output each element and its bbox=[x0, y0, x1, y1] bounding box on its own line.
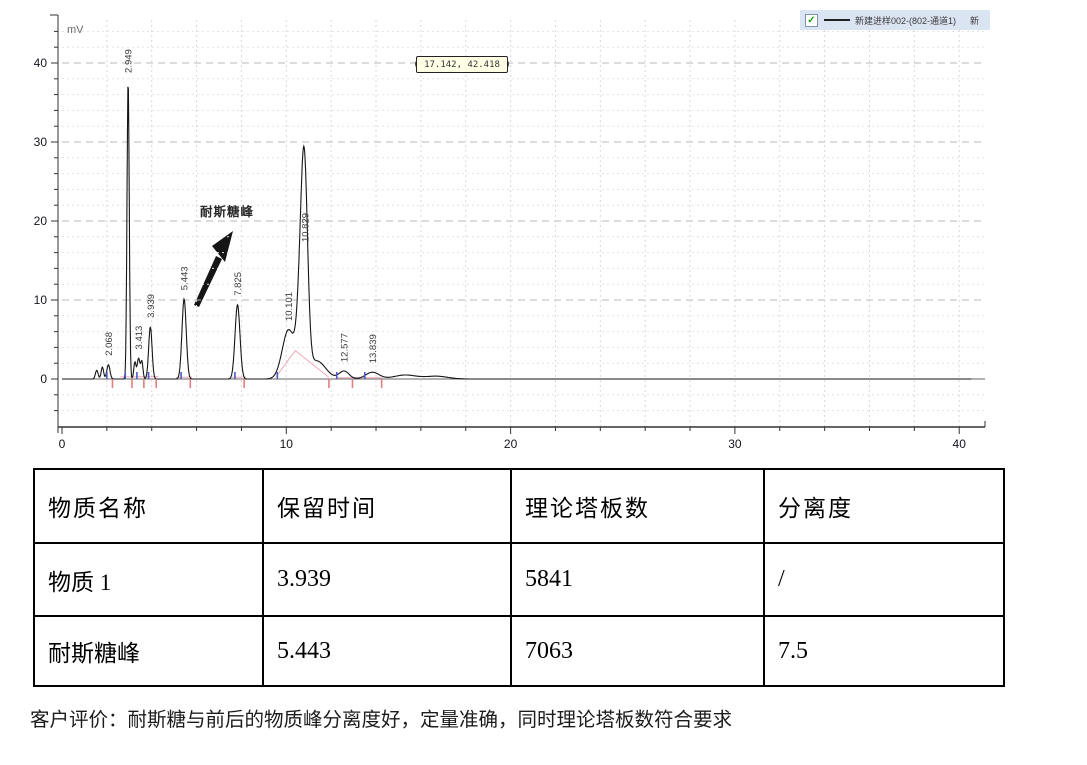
svg-text:20: 20 bbox=[34, 214, 48, 228]
svg-text:mV: mV bbox=[67, 24, 84, 36]
svg-text:3.413: 3.413 bbox=[134, 326, 145, 350]
svg-text:5.443: 5.443 bbox=[180, 266, 191, 290]
svg-text:0: 0 bbox=[59, 437, 66, 451]
svg-text:10.101: 10.101 bbox=[284, 292, 295, 321]
table-header-row: 物质名称 保留时间 理论塔板数 分离度 bbox=[34, 469, 1004, 543]
col-header-resolution: 分离度 bbox=[764, 469, 1004, 543]
svg-text:2.949: 2.949 bbox=[124, 49, 135, 73]
col-header-plates: 理论塔板数 bbox=[511, 469, 764, 543]
cell-plates: 5841 bbox=[511, 543, 764, 616]
annotation-arrow-shaft bbox=[194, 256, 222, 307]
annotation-arrow-head bbox=[212, 231, 233, 262]
check-icon: ✓ bbox=[807, 16, 815, 25]
cell-resolution: 7.5 bbox=[764, 616, 1004, 686]
cell-retention: 3.939 bbox=[263, 543, 511, 616]
svg-text:2.068: 2.068 bbox=[104, 332, 115, 356]
col-header-retention: 保留时间 bbox=[263, 469, 511, 543]
svg-text:10.829: 10.829 bbox=[300, 213, 311, 242]
cell-plates: 7063 bbox=[511, 616, 764, 686]
chart-legend: ✓ 新建进样002-(802-通道1) 新 bbox=[800, 10, 990, 30]
cell-retention: 5.443 bbox=[263, 616, 511, 686]
cell-substance: 物质 1 bbox=[34, 543, 263, 616]
svg-text:40: 40 bbox=[34, 56, 48, 70]
svg-text:13.839: 13.839 bbox=[368, 334, 379, 363]
customer-note: 客户评价：耐斯糖与前后的物质峰分离度好，定量准确，同时理论塔板数符合要求 bbox=[30, 703, 732, 732]
legend-series-label: 新建进样002-(802-通道1) bbox=[855, 14, 956, 27]
svg-text:7.825: 7.825 bbox=[233, 272, 244, 296]
svg-text:12.577: 12.577 bbox=[340, 333, 351, 362]
svg-text:30: 30 bbox=[34, 135, 48, 149]
cursor-tooltip: ( 17.142, 42.418 ) bbox=[416, 56, 508, 73]
results-table: 物质名称 保留时间 理论塔板数 分离度 物质 1 3.939 5841 / 耐斯… bbox=[33, 468, 1005, 687]
svg-text:10: 10 bbox=[34, 293, 48, 307]
svg-text:0: 0 bbox=[40, 372, 47, 386]
svg-text:30: 30 bbox=[728, 437, 742, 451]
report-page: 010203040010203040mV2.0682.9493.4133.939… bbox=[0, 0, 1087, 765]
peak-annotation-label: 耐斯糖峰 bbox=[200, 201, 254, 220]
svg-text:40: 40 bbox=[953, 437, 967, 451]
table-row: 物质 1 3.939 5841 / bbox=[34, 543, 1004, 616]
legend-series2-label-partial: 新 bbox=[970, 14, 979, 27]
cell-substance: 耐斯糖峰 bbox=[34, 616, 263, 686]
svg-text:20: 20 bbox=[504, 437, 518, 451]
legend-series-line bbox=[824, 19, 850, 21]
col-header-substance: 物质名称 bbox=[34, 469, 263, 543]
legend-checkbox[interactable]: ✓ bbox=[805, 14, 818, 27]
svg-text:10: 10 bbox=[280, 437, 294, 451]
svg-text:3.939: 3.939 bbox=[146, 294, 157, 318]
chromatogram-trace bbox=[62, 87, 971, 379]
table-row: 耐斯糖峰 5.443 7063 7.5 bbox=[34, 616, 1004, 686]
cell-resolution: / bbox=[764, 543, 1004, 616]
